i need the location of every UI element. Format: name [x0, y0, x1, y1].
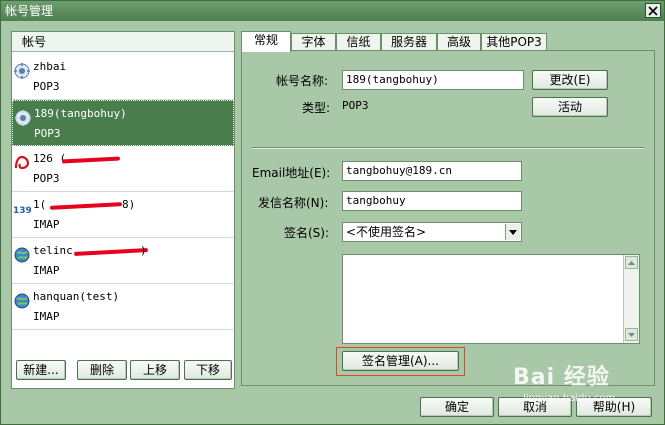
general-tab-panel: 帐号名称: 189(tangbohuy) 更改(E) 类型: POP3 活动 E… — [241, 50, 655, 386]
account-name: 189(tangbohuy) — [34, 107, 127, 120]
signature-preview-box[interactable] — [342, 254, 640, 344]
sender-name-field[interactable]: tangbohuy — [342, 191, 522, 211]
move-down-button[interactable]: 下移 — [184, 360, 232, 380]
account-type: POP3 — [33, 172, 60, 185]
type-value: POP3 — [342, 99, 369, 112]
chevron-down-icon — [628, 332, 635, 337]
activate-button[interactable]: 活动 — [532, 97, 608, 117]
account-list-panel: 帐号 zhbai POP3 189(tangbohuy) POP3 126 (… — [11, 31, 235, 389]
tab-font[interactable]: 字体 — [291, 33, 336, 51]
account-list-header: 帐号 — [12, 32, 234, 52]
account-type: POP3 — [34, 127, 61, 140]
svg-text:139: 139 — [13, 206, 31, 216]
scroll-up-button[interactable] — [625, 256, 638, 269]
watermark-url: jingyan.baidu.com — [523, 393, 616, 404]
account-list[interactable]: zhbai POP3 189(tangbohuy) POP3 126 ( POP… — [12, 54, 234, 330]
delete-account-button[interactable]: 删除 — [77, 360, 127, 380]
separator — [252, 147, 644, 149]
title-bar: 帐号管理 — [1, 1, 664, 21]
ok-button[interactable]: 确定 — [420, 397, 494, 417]
signature-select[interactable]: <不使用签名> — [342, 222, 522, 242]
email-field[interactable]: tangbohuy@189.cn — [342, 161, 522, 181]
account-item-telinc[interactable]: telinc ) IMAP — [12, 238, 234, 284]
move-up-button[interactable]: 上移 — [130, 360, 180, 380]
sender-name-label: 发信名称(N): — [258, 196, 329, 210]
gear-globe-icon — [14, 63, 30, 79]
tab-stationery[interactable]: 信纸 — [336, 33, 381, 51]
account-type: IMAP — [33, 264, 60, 277]
account-name-suffix: 8) — [122, 198, 136, 211]
account-name: telinc — [33, 244, 73, 257]
account-item-126[interactable]: 126 ( POP3 — [12, 146, 234, 192]
dropdown-arrow[interactable] — [505, 224, 520, 240]
gear-globe-icon — [15, 110, 31, 126]
tab-other-pop3[interactable]: 其他POP3 — [481, 33, 547, 51]
new-account-button[interactable]: 新建... — [16, 360, 66, 380]
account-manager-window: 帐号管理 帐号 zhbai POP3 189(tangbohuy) POP3 1… — [0, 0, 665, 425]
window-title: 帐号管理 — [5, 4, 54, 18]
account-name: zhbai — [33, 60, 67, 73]
account-type: IMAP — [33, 218, 60, 231]
close-button[interactable] — [645, 3, 661, 18]
account-type: IMAP — [33, 310, 60, 323]
change-account-name-button[interactable]: 更改(E) — [532, 70, 608, 90]
close-icon — [648, 5, 658, 16]
redaction-mark — [49, 202, 123, 210]
type-label: 类型: — [302, 101, 331, 115]
account-item-189[interactable]: 189(tangbohuy) POP3 — [12, 100, 234, 146]
tab-general[interactable]: 常规 — [241, 31, 291, 52]
account-type: POP3 — [33, 80, 60, 93]
mail-139-icon: 139 — [13, 206, 31, 216]
account-name: 1( — [33, 198, 47, 211]
redaction-mark — [73, 248, 149, 256]
account-item-zhbai[interactable]: zhbai POP3 — [12, 54, 234, 100]
chevron-down-icon — [509, 229, 517, 235]
account-name: hanquan(test) — [33, 290, 120, 303]
account-name-suffix: ) — [140, 244, 147, 257]
account-name: 126 ( — [33, 152, 67, 165]
redaction-mark — [61, 156, 121, 164]
tab-advanced[interactable]: 高级 — [437, 33, 481, 51]
watermark-brand: Bai 经验 — [513, 365, 610, 390]
signature-manage-button[interactable]: 签名管理(A)... — [342, 351, 459, 371]
globe-icon — [14, 293, 30, 309]
chevron-up-icon — [628, 260, 635, 265]
signature-scrollbar[interactable] — [623, 255, 639, 343]
account-name-label: 帐号名称: — [276, 74, 329, 88]
signature-label: 签名(S): — [284, 226, 330, 240]
globe-icon — [14, 247, 30, 263]
account-item-139[interactable]: 139 1( 8) IMAP — [12, 192, 234, 238]
account-item-hanquan[interactable]: hanquan(test) IMAP — [12, 284, 234, 330]
signature-select-value: <不使用签名> — [346, 225, 427, 239]
tab-server[interactable]: 服务器 — [381, 33, 437, 51]
email-label: Email地址(E): — [252, 166, 331, 180]
scroll-down-button[interactable] — [625, 328, 638, 341]
mail-126-icon — [14, 155, 30, 170]
account-name-field[interactable]: 189(tangbohuy) — [342, 70, 524, 90]
